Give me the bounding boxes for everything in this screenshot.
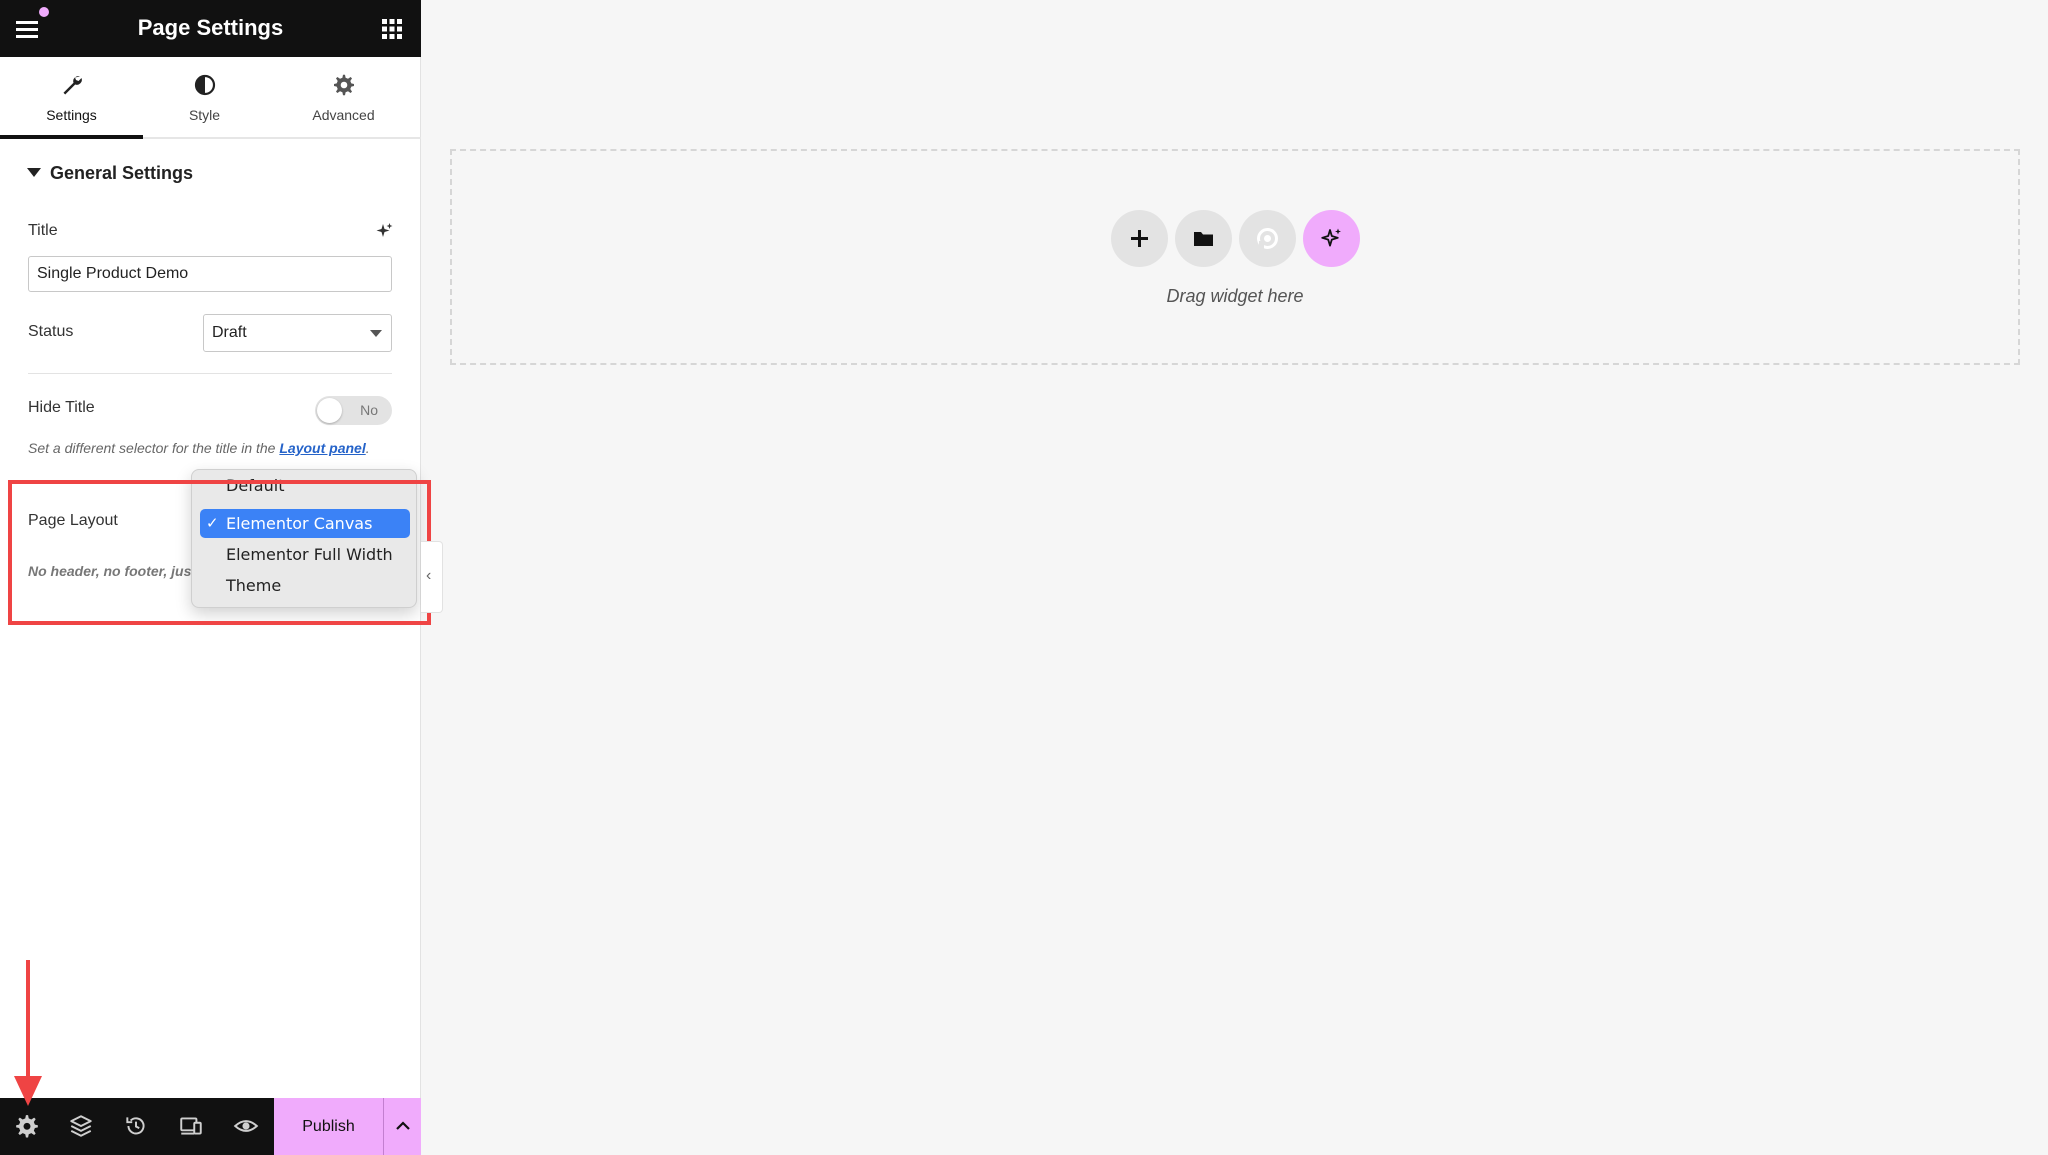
publish-button[interactable]: Publish: [274, 1098, 383, 1155]
tab-advanced[interactable]: Advanced: [266, 57, 421, 139]
panel-title: Page Settings: [137, 15, 284, 40]
chevron-left-icon: ‹: [426, 567, 432, 584]
bottom-toolbar: Publish: [0, 1098, 421, 1155]
wrench-icon: [60, 73, 84, 97]
toggle-state-text: No: [360, 402, 378, 418]
hide-title-label: Hide Title: [28, 399, 95, 416]
preview-eye-icon[interactable]: [233, 1113, 259, 1139]
history-icon[interactable]: [123, 1113, 149, 1139]
responsive-mode-icon[interactable]: [178, 1113, 204, 1139]
title-input[interactable]: Single Product Demo: [28, 256, 392, 292]
kit-library-icon: [1257, 228, 1278, 249]
hide-title-help-text: Set a different selector for the title i…: [28, 437, 388, 459]
page-settings-icon[interactable]: [14, 1113, 40, 1139]
drag-widget-hint: Drag widget here: [1166, 286, 1304, 306]
widgets-grid-icon[interactable]: [381, 18, 403, 40]
ai-sparkle-icon[interactable]: [374, 221, 394, 241]
title-label: Title: [28, 222, 58, 239]
layout-panel-link[interactable]: Layout panel: [279, 440, 365, 456]
chevron-up-icon: [396, 1121, 410, 1130]
gear-icon: [332, 73, 356, 97]
tab-style[interactable]: Style: [143, 57, 266, 139]
annotation-arrow: [12, 960, 44, 1110]
panel-tabs: Settings Style Advanced: [0, 57, 421, 139]
tab-advanced-label: Advanced: [312, 107, 375, 123]
status-value: Draft: [212, 324, 247, 341]
status-label: Status: [28, 323, 74, 340]
panel-collapse-handle[interactable]: ‹: [421, 541, 443, 613]
ai-sparkle-icon: [1321, 228, 1341, 247]
hide-title-toggle[interactable]: No: [315, 396, 392, 425]
site-kit-button[interactable]: [1239, 210, 1296, 267]
help-text-prefix: Set a different selector for the title i…: [28, 440, 280, 456]
tab-settings[interactable]: Settings: [0, 57, 143, 139]
add-section-button[interactable]: [1111, 210, 1168, 267]
toggle-knob: [317, 398, 342, 423]
help-text-suffix: .: [365, 440, 370, 456]
empty-section-drop-zone[interactable]: Drag widget here: [450, 149, 2020, 365]
status-select[interactable]: Draft: [203, 314, 392, 352]
caret-down-icon: [27, 168, 41, 177]
folder-icon: [1194, 232, 1213, 246]
panel-header: Page Settings: [0, 0, 421, 57]
divider: [28, 373, 392, 374]
tab-settings-label: Settings: [46, 107, 97, 123]
tab-style-label: Style: [188, 107, 221, 123]
layers-icon[interactable]: [68, 1113, 94, 1139]
add-template-button[interactable]: [1175, 210, 1232, 267]
publish-options-button[interactable]: [383, 1098, 421, 1155]
general-settings-header[interactable]: General Settings: [27, 163, 193, 184]
annotation-highlight-box: [8, 480, 431, 625]
ai-generate-button[interactable]: [1303, 210, 1360, 267]
section-title: General Settings: [50, 163, 194, 183]
plus-icon: [1131, 230, 1148, 247]
half-circle-icon: [193, 73, 217, 97]
chevron-down-icon: [370, 330, 382, 337]
